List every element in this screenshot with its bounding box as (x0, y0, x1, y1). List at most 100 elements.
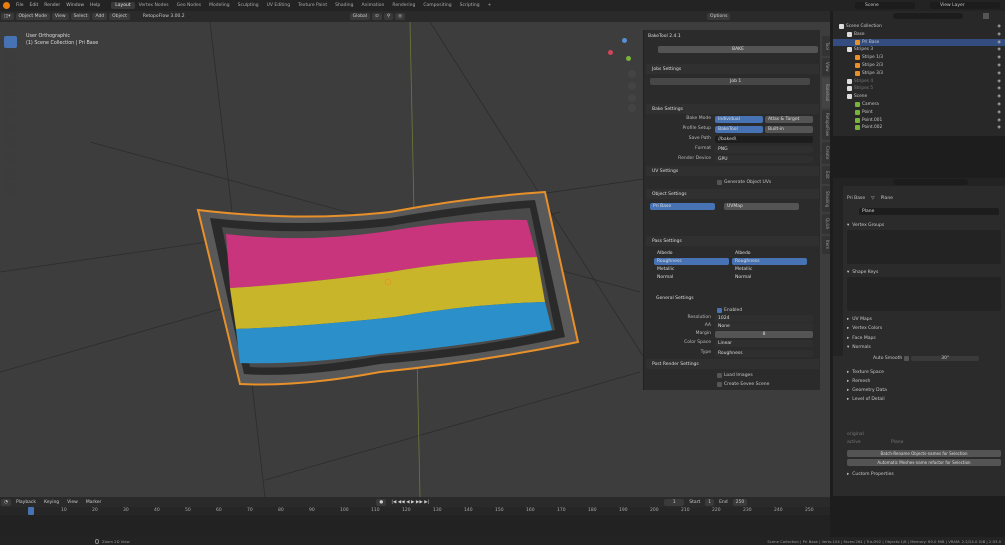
filter-icon[interactable] (983, 13, 989, 19)
navigation-gizmo[interactable] (605, 36, 637, 68)
eye-icon[interactable]: ◉ (997, 24, 1001, 29)
menu-add[interactable]: Add (92, 13, 108, 20)
mesh-name-field[interactable]: Plane (859, 208, 999, 215)
mode-dropdown[interactable]: Object Mode (15, 13, 50, 20)
outliner-search-input[interactable] (893, 13, 963, 19)
cursor-tool-icon[interactable] (4, 50, 17, 62)
end-frame-field[interactable]: 250 (732, 498, 748, 506)
object-list-item[interactable]: Pri Base (650, 203, 715, 210)
timeline-editor-icon[interactable]: ◔ (1, 498, 11, 506)
hand-icon[interactable] (628, 82, 636, 90)
bake-mode-atlas[interactable]: Atlas & Target (765, 116, 813, 123)
playback-controls[interactable]: |◀ ◀◀ ◀ ▶ ▶▶ ▶| (388, 499, 432, 506)
measure-tool-icon[interactable] (4, 136, 17, 148)
post-render-header[interactable]: Post Render Settings (646, 359, 819, 369)
workspace-tab[interactable]: Sculpting (234, 2, 263, 9)
proportional-icon[interactable]: ◎ (395, 13, 406, 20)
pass-type[interactable]: Roughness (732, 258, 807, 265)
workspace-tab[interactable]: Rendering (388, 2, 419, 9)
batch-rename-button[interactable]: Batch-Rename Objects-names for Selection (847, 450, 1001, 457)
pass-name[interactable]: Metallic (654, 266, 729, 273)
property-section-header[interactable]: ▸ Geometry Data (847, 386, 887, 394)
scene-selector[interactable]: Scene (855, 2, 915, 9)
menu-render[interactable]: Render (41, 3, 63, 8)
workspace-tab[interactable]: Geo Nodes (173, 2, 206, 9)
scale-tool-icon[interactable] (4, 92, 17, 104)
options-dropdown[interactable]: Options (707, 13, 731, 20)
pass-type[interactable]: Metallic (732, 266, 807, 273)
enabled-checkbox[interactable]: Enabled (715, 306, 742, 314)
pass-name[interactable]: Albedo (654, 250, 729, 257)
workspace-tab[interactable]: Texture Paint (294, 2, 331, 9)
pass-name[interactable]: Roughness (654, 258, 729, 265)
menu-window[interactable]: Window (63, 3, 87, 8)
pass-type[interactable]: Normal (732, 274, 807, 281)
side-tab-baketool[interactable]: Baketool (822, 78, 830, 108)
eye-icon[interactable]: ◉ (997, 94, 1001, 99)
outliner-item[interactable]: Camera ◉ (833, 101, 1005, 108)
current-frame-field[interactable]: 1 (664, 498, 685, 506)
eye-icon[interactable]: ◉ (997, 102, 1001, 107)
marker-menu[interactable]: Marker (83, 499, 105, 506)
property-section-header[interactable]: ▸ Face Maps (847, 334, 876, 342)
render-device-dropdown[interactable]: GPU (715, 156, 813, 163)
uv-map-field[interactable]: UVMap (724, 203, 799, 210)
workspace-tab[interactable]: Animation (357, 2, 388, 9)
menu-select[interactable]: Select (70, 13, 91, 20)
side-tab-retopoflow[interactable]: RetopoFlow (822, 110, 830, 140)
playhead[interactable] (28, 507, 34, 515)
pass-settings-header[interactable]: Pass Settings (646, 236, 819, 246)
profile-builtin[interactable]: Built-in (765, 126, 813, 133)
auto-smooth-row[interactable]: Auto Smooth 30° (873, 354, 980, 362)
jobs-settings-header[interactable]: Jobs Settings (646, 64, 819, 74)
create-eevee-checkbox[interactable]: Create Eevee Scene (715, 380, 769, 388)
generate-uvs-checkbox[interactable]: Generate Object UVs (715, 178, 771, 186)
eye-icon[interactable]: ◉ (997, 32, 1001, 37)
outliner-item[interactable]: Stripes 4 ◉ (833, 78, 1005, 85)
eye-icon[interactable]: ◉ (997, 47, 1001, 52)
list-box[interactable] (847, 277, 1001, 311)
workspace-tab[interactable]: Shading (331, 2, 357, 9)
bake-button[interactable]: BAKE (658, 46, 818, 53)
uv-settings-header[interactable]: UV Settings (646, 166, 819, 176)
record-button[interactable]: ● (376, 498, 387, 506)
extra-tool-icon[interactable] (4, 168, 17, 180)
menu-edit[interactable]: Edit (27, 3, 42, 8)
outliner-item[interactable]: Pri Base ◉ (833, 38, 1005, 46)
eye-icon[interactable]: ◉ (997, 125, 1001, 130)
property-section-header[interactable]: ▸ Level of Detail (847, 395, 885, 403)
type-dropdown[interactable]: Roughness (715, 350, 813, 357)
outliner-item[interactable]: Base ◉ (833, 31, 1005, 38)
eye-icon[interactable]: ◉ (997, 71, 1001, 76)
eye-icon[interactable]: ◉ (997, 55, 1001, 60)
margin-field[interactable]: 8 (715, 331, 813, 338)
workspace-tab-layout[interactable]: Layout (111, 2, 135, 9)
outliner-item[interactable]: Point ◉ (833, 109, 1005, 116)
zoom-icon[interactable] (628, 70, 636, 78)
editor-type-button[interactable]: ◫▾ (1, 13, 14, 20)
side-tab-view[interactable]: View (822, 58, 830, 76)
retopoflow-button[interactable]: RetopoFlow 3.00.2 (139, 13, 188, 20)
start-frame-field[interactable]: 1 (705, 498, 715, 506)
side-tab-shading[interactable]: Shading (822, 186, 830, 212)
outliner-item[interactable]: Stripe 2/3 ◉ (833, 62, 1005, 69)
auto-mesh-rename-button[interactable]: Automatic Meshes-name refactor for Selec… (847, 459, 1001, 466)
menu-object[interactable]: Object (109, 13, 130, 20)
select-tool-icon[interactable] (4, 36, 17, 48)
profile-baketool[interactable]: BakeTool (715, 126, 763, 133)
camera-icon[interactable] (628, 94, 636, 102)
auto-smooth-angle[interactable]: 30° (911, 355, 980, 361)
pass-name[interactable]: Normal (654, 274, 729, 281)
orientation-dropdown[interactable]: Global (349, 13, 371, 20)
add-cube-tool-icon[interactable] (4, 152, 17, 164)
color-space-dropdown[interactable]: Linear (715, 340, 813, 347)
eye-icon[interactable]: ◉ (997, 79, 1001, 84)
property-section-header[interactable]: ▸ Vertex Colors (847, 324, 882, 332)
eye-icon[interactable]: ◉ (997, 40, 1001, 45)
workspace-tab[interactable]: Modeling (205, 2, 233, 9)
outliner-item[interactable]: Stripe 3/3 ◉ (833, 70, 1005, 77)
object-settings-header[interactable]: Object Settings (646, 189, 819, 199)
annotate-tool-icon[interactable] (4, 122, 17, 134)
eye-icon[interactable]: ◉ (997, 118, 1001, 123)
property-section-header[interactable]: ▾ Vertex Groups (847, 221, 884, 229)
